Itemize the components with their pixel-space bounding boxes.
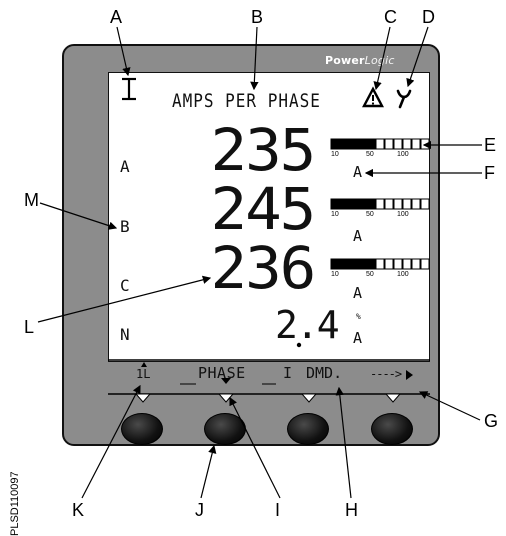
bargraph-segment <box>357 138 367 150</box>
bargraph-segment <box>348 258 358 270</box>
bargraph-segment <box>420 138 430 150</box>
softkey-pointer-icons <box>134 393 402 403</box>
bargraph-segment <box>411 198 421 210</box>
warning-triangle-icon <box>362 86 384 108</box>
bargraph-segment <box>330 258 340 270</box>
menu-up-arrow-icon <box>141 362 147 367</box>
bargraph-segment <box>420 258 430 270</box>
bargraph-segment <box>402 258 412 270</box>
bargraph-segment <box>393 198 403 210</box>
bargraph-segment <box>357 258 367 270</box>
bargraph-segment <box>339 198 349 210</box>
bargraph-segment <box>375 138 385 150</box>
bargraph-group <box>330 138 430 270</box>
bargraph-segment <box>339 138 349 150</box>
bargraph-segment <box>366 198 376 210</box>
bargraph-segment <box>393 138 403 150</box>
bargraph-segment <box>411 258 421 270</box>
bargraph-segment <box>339 258 349 270</box>
wrench-icon <box>396 89 412 109</box>
menu-down-arrow-icon <box>221 378 231 384</box>
bargraph-segment <box>357 198 367 210</box>
decimal-point-icon <box>296 342 302 348</box>
bargraph-segment <box>348 198 358 210</box>
bargraph-segment <box>402 138 412 150</box>
menu-bar <box>108 359 430 395</box>
bargraph-segment <box>330 138 340 150</box>
bargraph-segment <box>393 258 403 270</box>
bargraph-segment <box>384 258 394 270</box>
bargraph-segment <box>375 198 385 210</box>
bargraph-segment <box>348 138 358 150</box>
bargraph-segment <box>366 258 376 270</box>
bargraph-segment <box>330 198 340 210</box>
cursor-i-icon <box>122 77 136 101</box>
diagram-graphics <box>37 26 482 499</box>
bargraph-segment <box>375 258 385 270</box>
menu-right-arrow-icon <box>406 370 413 380</box>
bargraph-segment <box>366 138 376 150</box>
bargraph-segment <box>411 138 421 150</box>
bargraph-segment <box>384 198 394 210</box>
bargraph-segment <box>402 198 412 210</box>
bargraph-segment <box>384 138 394 150</box>
bargraph-segment <box>420 198 430 210</box>
